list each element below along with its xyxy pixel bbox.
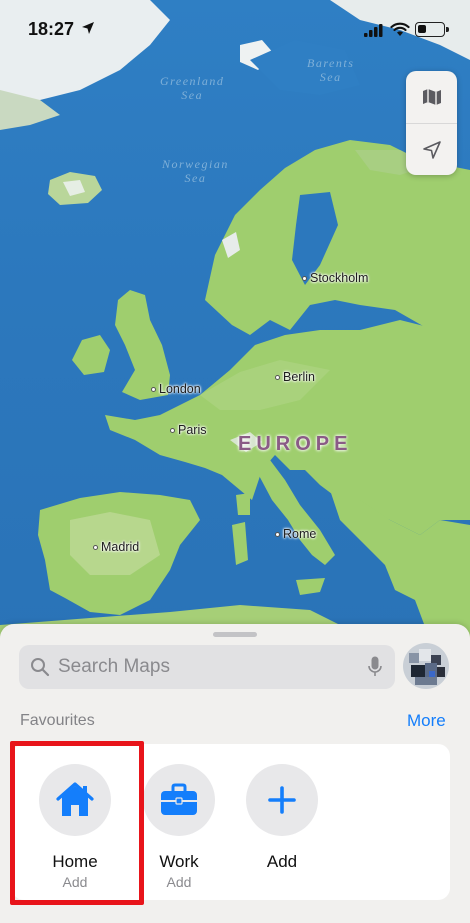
avatar-image <box>403 643 449 689</box>
search-icon <box>31 658 50 677</box>
map-icon <box>422 89 441 105</box>
house-icon <box>56 782 94 816</box>
map-view[interactable]: Greenland Sea Barents Sea Norwegian Sea Sto… <box>0 0 470 640</box>
status-bar: 18:27 <box>0 0 470 56</box>
favourite-add-label: Add <box>266 852 298 871</box>
current-location-button[interactable] <box>406 123 457 175</box>
more-link[interactable]: More <box>407 711 446 731</box>
favourite-home-label: Home <box>52 852 98 871</box>
favourite-work-label: Work <box>159 852 199 871</box>
city-rome[interactable]: Rome <box>275 527 316 541</box>
cellular-signal-icon <box>364 24 383 37</box>
sea-label-greenland: Greenland Sea <box>160 74 225 102</box>
city-london[interactable]: London <box>151 382 201 396</box>
status-time: 18:27 <box>28 19 75 39</box>
battery-icon <box>415 22 449 37</box>
map-mode-button[interactable] <box>406 71 457 123</box>
favourite-work-sub: Add <box>166 874 192 890</box>
region-label-europe: EUROPE <box>238 433 353 455</box>
favourite-home-circle[interactable] <box>39 764 111 836</box>
search-input[interactable]: Search Maps <box>19 645 395 689</box>
map-controls <box>406 71 457 175</box>
wifi-icon <box>390 22 410 36</box>
favourite-home-sub: Add <box>62 874 88 890</box>
location-arrow-icon <box>422 140 441 159</box>
sea-label-barents: Barents Sea <box>307 56 355 84</box>
bottom-sheet: Search Maps Favourites More Home Add Wor… <box>0 624 470 923</box>
favourite-add[interactable]: Add <box>237 764 327 872</box>
favourite-add-circle[interactable] <box>246 764 318 836</box>
favourites-title: Favourites <box>20 712 95 729</box>
city-paris[interactable]: Paris <box>170 423 206 437</box>
map-terrain <box>0 0 470 640</box>
favourite-home[interactable]: Home Add <box>30 764 120 890</box>
city-madrid[interactable]: Madrid <box>93 540 139 554</box>
sea-label-norwegian: Norwegian Sea <box>162 157 229 185</box>
avatar[interactable] <box>403 643 449 689</box>
city-stockholm[interactable]: Stockholm <box>302 271 368 285</box>
briefcase-icon <box>161 783 197 815</box>
location-services-icon <box>82 22 94 34</box>
favourite-work-circle[interactable] <box>143 764 215 836</box>
favourite-work[interactable]: Work Add <box>134 764 224 890</box>
microphone-icon[interactable] <box>368 656 382 678</box>
sheet-grabber[interactable] <box>213 632 257 637</box>
favourites-card: Home Add Work Add Add <box>12 744 450 900</box>
plus-icon <box>268 786 296 814</box>
search-placeholder: Search Maps <box>58 656 170 677</box>
city-berlin[interactable]: Berlin <box>275 370 315 384</box>
